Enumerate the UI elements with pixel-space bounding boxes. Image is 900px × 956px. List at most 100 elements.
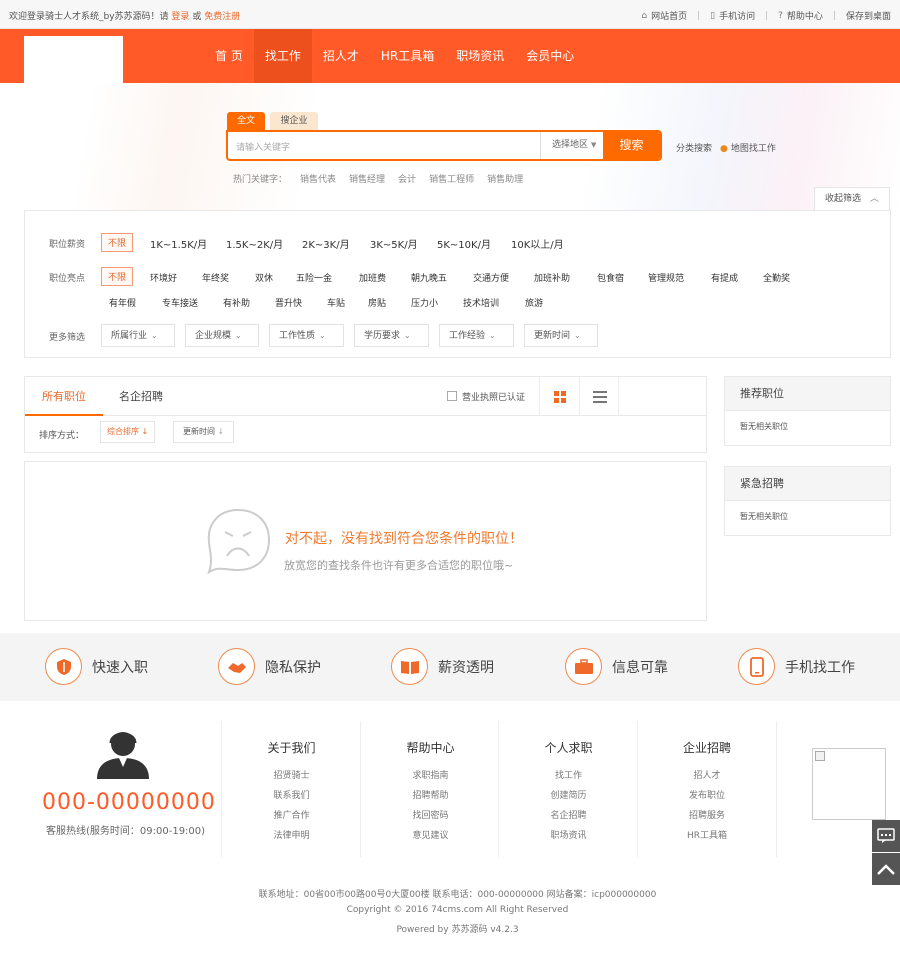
- footer-link[interactable]: 职场资讯: [499, 828, 638, 848]
- search-button[interactable]: 搜索: [603, 132, 660, 159]
- search-tab-fulltext[interactable]: 全文: [227, 112, 265, 131]
- footer-link[interactable]: 求职指南: [361, 768, 500, 788]
- highlight-option[interactable]: 有年假: [109, 296, 136, 309]
- sort-bar: 排序方式： 综合排序 ↓ 更新时间 ↓: [24, 416, 707, 453]
- footer-column-title: 关于我们: [267, 741, 316, 755]
- salary-option-any[interactable]: 不限: [101, 233, 134, 252]
- license-checkbox[interactable]: [447, 391, 457, 401]
- highlight-option[interactable]: 有提成: [711, 271, 738, 284]
- footer-link[interactable]: 法律申明: [222, 828, 361, 848]
- highlight-option[interactable]: 有补助: [223, 296, 250, 309]
- salary-option[interactable]: 3K~5K/月: [370, 236, 418, 251]
- company-size-dropdown[interactable]: 企业规模 ⌄: [185, 324, 259, 347]
- category-search-link[interactable]: 分类搜索: [676, 141, 712, 154]
- highlight-option[interactable]: 晋升快: [275, 296, 302, 309]
- nav-item-home[interactable]: 首 页: [204, 29, 254, 83]
- hot-keyword[interactable]: 销售经理: [349, 172, 385, 185]
- highlight-option[interactable]: 朝九晚五: [411, 271, 447, 284]
- nav-item-find-talent[interactable]: 招人才: [312, 29, 370, 83]
- sort-comprehensive-button[interactable]: 综合排序 ↓: [100, 421, 156, 443]
- highlight-option[interactable]: 压力小: [411, 296, 438, 309]
- footer-link[interactable]: 招人才: [638, 768, 776, 788]
- footer-link[interactable]: 招贤骑士: [222, 768, 361, 788]
- footer-powered: Powered by 苏苏源码 v4.2.3: [396, 925, 519, 935]
- highlight-option[interactable]: 专车接送: [162, 296, 198, 309]
- highlight-option[interactable]: 五险一金: [296, 271, 332, 284]
- nav-items: 首 页 找工作 招人才 HR工具箱 职场资讯 会员中心: [204, 29, 585, 83]
- area-select[interactable]: 选择地区 ▼: [540, 132, 605, 159]
- back-to-top-button[interactable]: [872, 853, 900, 885]
- update-time-dropdown[interactable]: 更新时间 ⌄: [524, 324, 598, 347]
- site-logo[interactable]: [24, 36, 123, 83]
- chevron-down-icon: ⌄: [404, 331, 411, 340]
- highlight-option[interactable]: 年终奖: [202, 271, 229, 284]
- search-tab-company[interactable]: 搜企业: [270, 112, 318, 131]
- feature-label: 隐私保护: [265, 659, 321, 676]
- highlight-option[interactable]: 技术培训: [463, 296, 499, 309]
- search-input[interactable]: 请输入关键字: [236, 140, 290, 153]
- job-type-dropdown[interactable]: 工作性质 ⌄: [269, 324, 344, 347]
- salary-option[interactable]: 1K~1.5K/月: [150, 236, 207, 251]
- salary-option[interactable]: 1.5K~2K/月: [226, 236, 283, 251]
- salary-option[interactable]: 10K以上/月: [511, 236, 564, 251]
- hot-keyword[interactable]: 销售助理: [487, 172, 523, 185]
- experience-dropdown[interactable]: 工作经验 ⌄: [439, 324, 514, 347]
- save-to-desktop-link[interactable]: 保存到桌面: [846, 9, 891, 22]
- sort-update-time-button[interactable]: 更新时间 ↓: [173, 421, 235, 443]
- salary-option[interactable]: 2K~3K/月: [302, 236, 350, 251]
- highlight-option[interactable]: 加班补助: [534, 271, 570, 284]
- site-home-link[interactable]: 网站首页: [651, 9, 687, 22]
- salary-option[interactable]: 5K~10K/月: [437, 236, 491, 251]
- footer-link[interactable]: 推广合作: [222, 808, 361, 828]
- highlight-option[interactable]: 双休: [255, 271, 273, 284]
- license-certified-filter[interactable]: 营业执照已认证: [447, 390, 525, 403]
- mobile-access-link[interactable]: 手机访问: [719, 9, 755, 22]
- login-link[interactable]: 登录: [171, 12, 189, 22]
- highlight-option[interactable]: 交通方便: [473, 271, 509, 284]
- collapse-filter-button[interactable]: 收起筛选 ︿: [814, 187, 890, 210]
- footer-link[interactable]: 招聘服务: [638, 808, 776, 828]
- highlight-option[interactable]: 旅游: [525, 296, 543, 309]
- list-view-button[interactable]: [579, 377, 619, 416]
- nav-item-career-news[interactable]: 职场资讯: [445, 29, 515, 83]
- nav-item-member-center[interactable]: 会员中心: [515, 29, 585, 83]
- footer-link[interactable]: 意见建议: [361, 828, 500, 848]
- footer-link[interactable]: 找工作: [499, 768, 638, 788]
- hot-keyword[interactable]: 销售工程师: [429, 172, 474, 185]
- register-link[interactable]: 免费注册: [204, 12, 240, 22]
- footer-link[interactable]: 创建简历: [499, 788, 638, 808]
- feedback-button[interactable]: [872, 820, 900, 852]
- highlight-filter-label: 职位亮点: [49, 274, 86, 284]
- footer-link[interactable]: 名企招聘: [499, 808, 638, 828]
- highlight-option[interactable]: 包食宿: [597, 271, 624, 284]
- highlight-option[interactable]: 环境好: [150, 271, 177, 284]
- map-search-link[interactable]: ● 地图找工作: [720, 141, 776, 154]
- highlight-option[interactable]: 加班费: [359, 271, 386, 284]
- footer-link[interactable]: 发布职位: [638, 788, 776, 808]
- highlight-option[interactable]: 车贴: [327, 296, 345, 309]
- footer-link[interactable]: 招聘帮助: [361, 788, 500, 808]
- feature-fast-onboard: 快速入职: [45, 648, 148, 685]
- nav-item-hr-tools[interactable]: HR工具箱: [370, 29, 445, 83]
- mobile-icon: ▯: [710, 10, 716, 21]
- tab-all-jobs[interactable]: 所有职位: [25, 377, 103, 416]
- grid-view-button[interactable]: [539, 377, 579, 416]
- dropdown-label: 所属行业: [111, 331, 148, 341]
- footer-link[interactable]: HR工具箱: [638, 828, 776, 848]
- dropdown-label: 更新时间: [534, 331, 571, 341]
- nav-item-find-job[interactable]: 找工作: [253, 29, 312, 83]
- footer-link[interactable]: 找回密码: [361, 808, 500, 828]
- hot-keywords-label: 热门关键字：: [233, 175, 288, 185]
- highlight-option[interactable]: 管理规范: [648, 271, 684, 284]
- highlight-option[interactable]: 房贴: [368, 296, 386, 309]
- tab-famous-companies[interactable]: 名企招聘: [119, 377, 163, 416]
- arrow-down-icon: ↓: [217, 427, 225, 436]
- hot-keyword[interactable]: 销售代表: [300, 172, 336, 185]
- industry-dropdown[interactable]: 所属行业 ⌄: [101, 324, 175, 347]
- highlight-option-any[interactable]: 不限: [101, 267, 134, 286]
- help-center-link[interactable]: 帮助中心: [787, 9, 823, 22]
- highlight-option[interactable]: 全勤奖: [763, 271, 790, 284]
- footer-link[interactable]: 联系我们: [222, 788, 361, 808]
- hot-keyword[interactable]: 会计: [398, 172, 416, 185]
- education-dropdown[interactable]: 学历要求 ⌄: [354, 324, 429, 347]
